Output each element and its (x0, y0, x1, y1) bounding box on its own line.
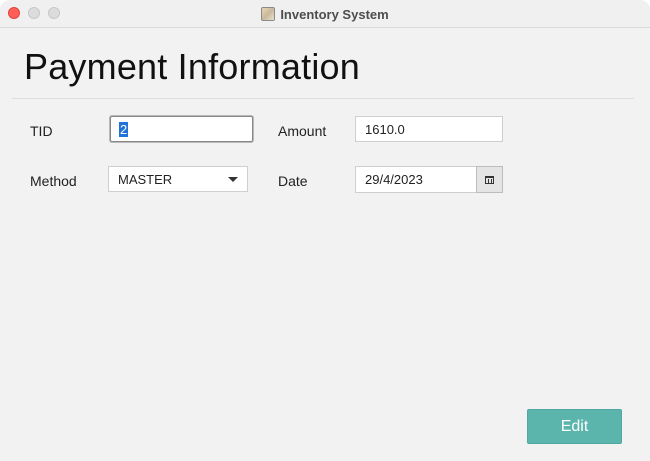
page-title: Payment Information (24, 46, 360, 87)
calendar-icon (485, 175, 494, 184)
date-label: Date (278, 173, 308, 189)
amount-input[interactable]: 1610.0 (355, 116, 503, 142)
date-input[interactable]: 29/4/2023 (355, 166, 477, 193)
header-divider (12, 98, 634, 99)
edit-button[interactable]: Edit (527, 409, 622, 444)
method-select[interactable]: MASTER (108, 166, 248, 192)
inventory-app-icon (261, 7, 276, 21)
date-picker-button[interactable] (476, 166, 503, 193)
window-title-group: Inventory System (0, 0, 650, 28)
tid-label: TID (30, 123, 53, 139)
app-window: Inventory System Payment Information TID… (0, 0, 650, 461)
method-label: Method (30, 173, 77, 189)
window-title: Inventory System (280, 6, 389, 22)
title-bar: Inventory System (0, 0, 650, 28)
amount-label: Amount (278, 123, 327, 139)
date-value: 29/4/2023 (365, 172, 423, 187)
amount-value: 1610.0 (365, 121, 405, 137)
chevron-down-icon (228, 177, 238, 182)
method-value: MASTER (118, 171, 173, 187)
tid-input[interactable]: 2 (110, 116, 253, 142)
tid-value: 2 (119, 121, 129, 137)
